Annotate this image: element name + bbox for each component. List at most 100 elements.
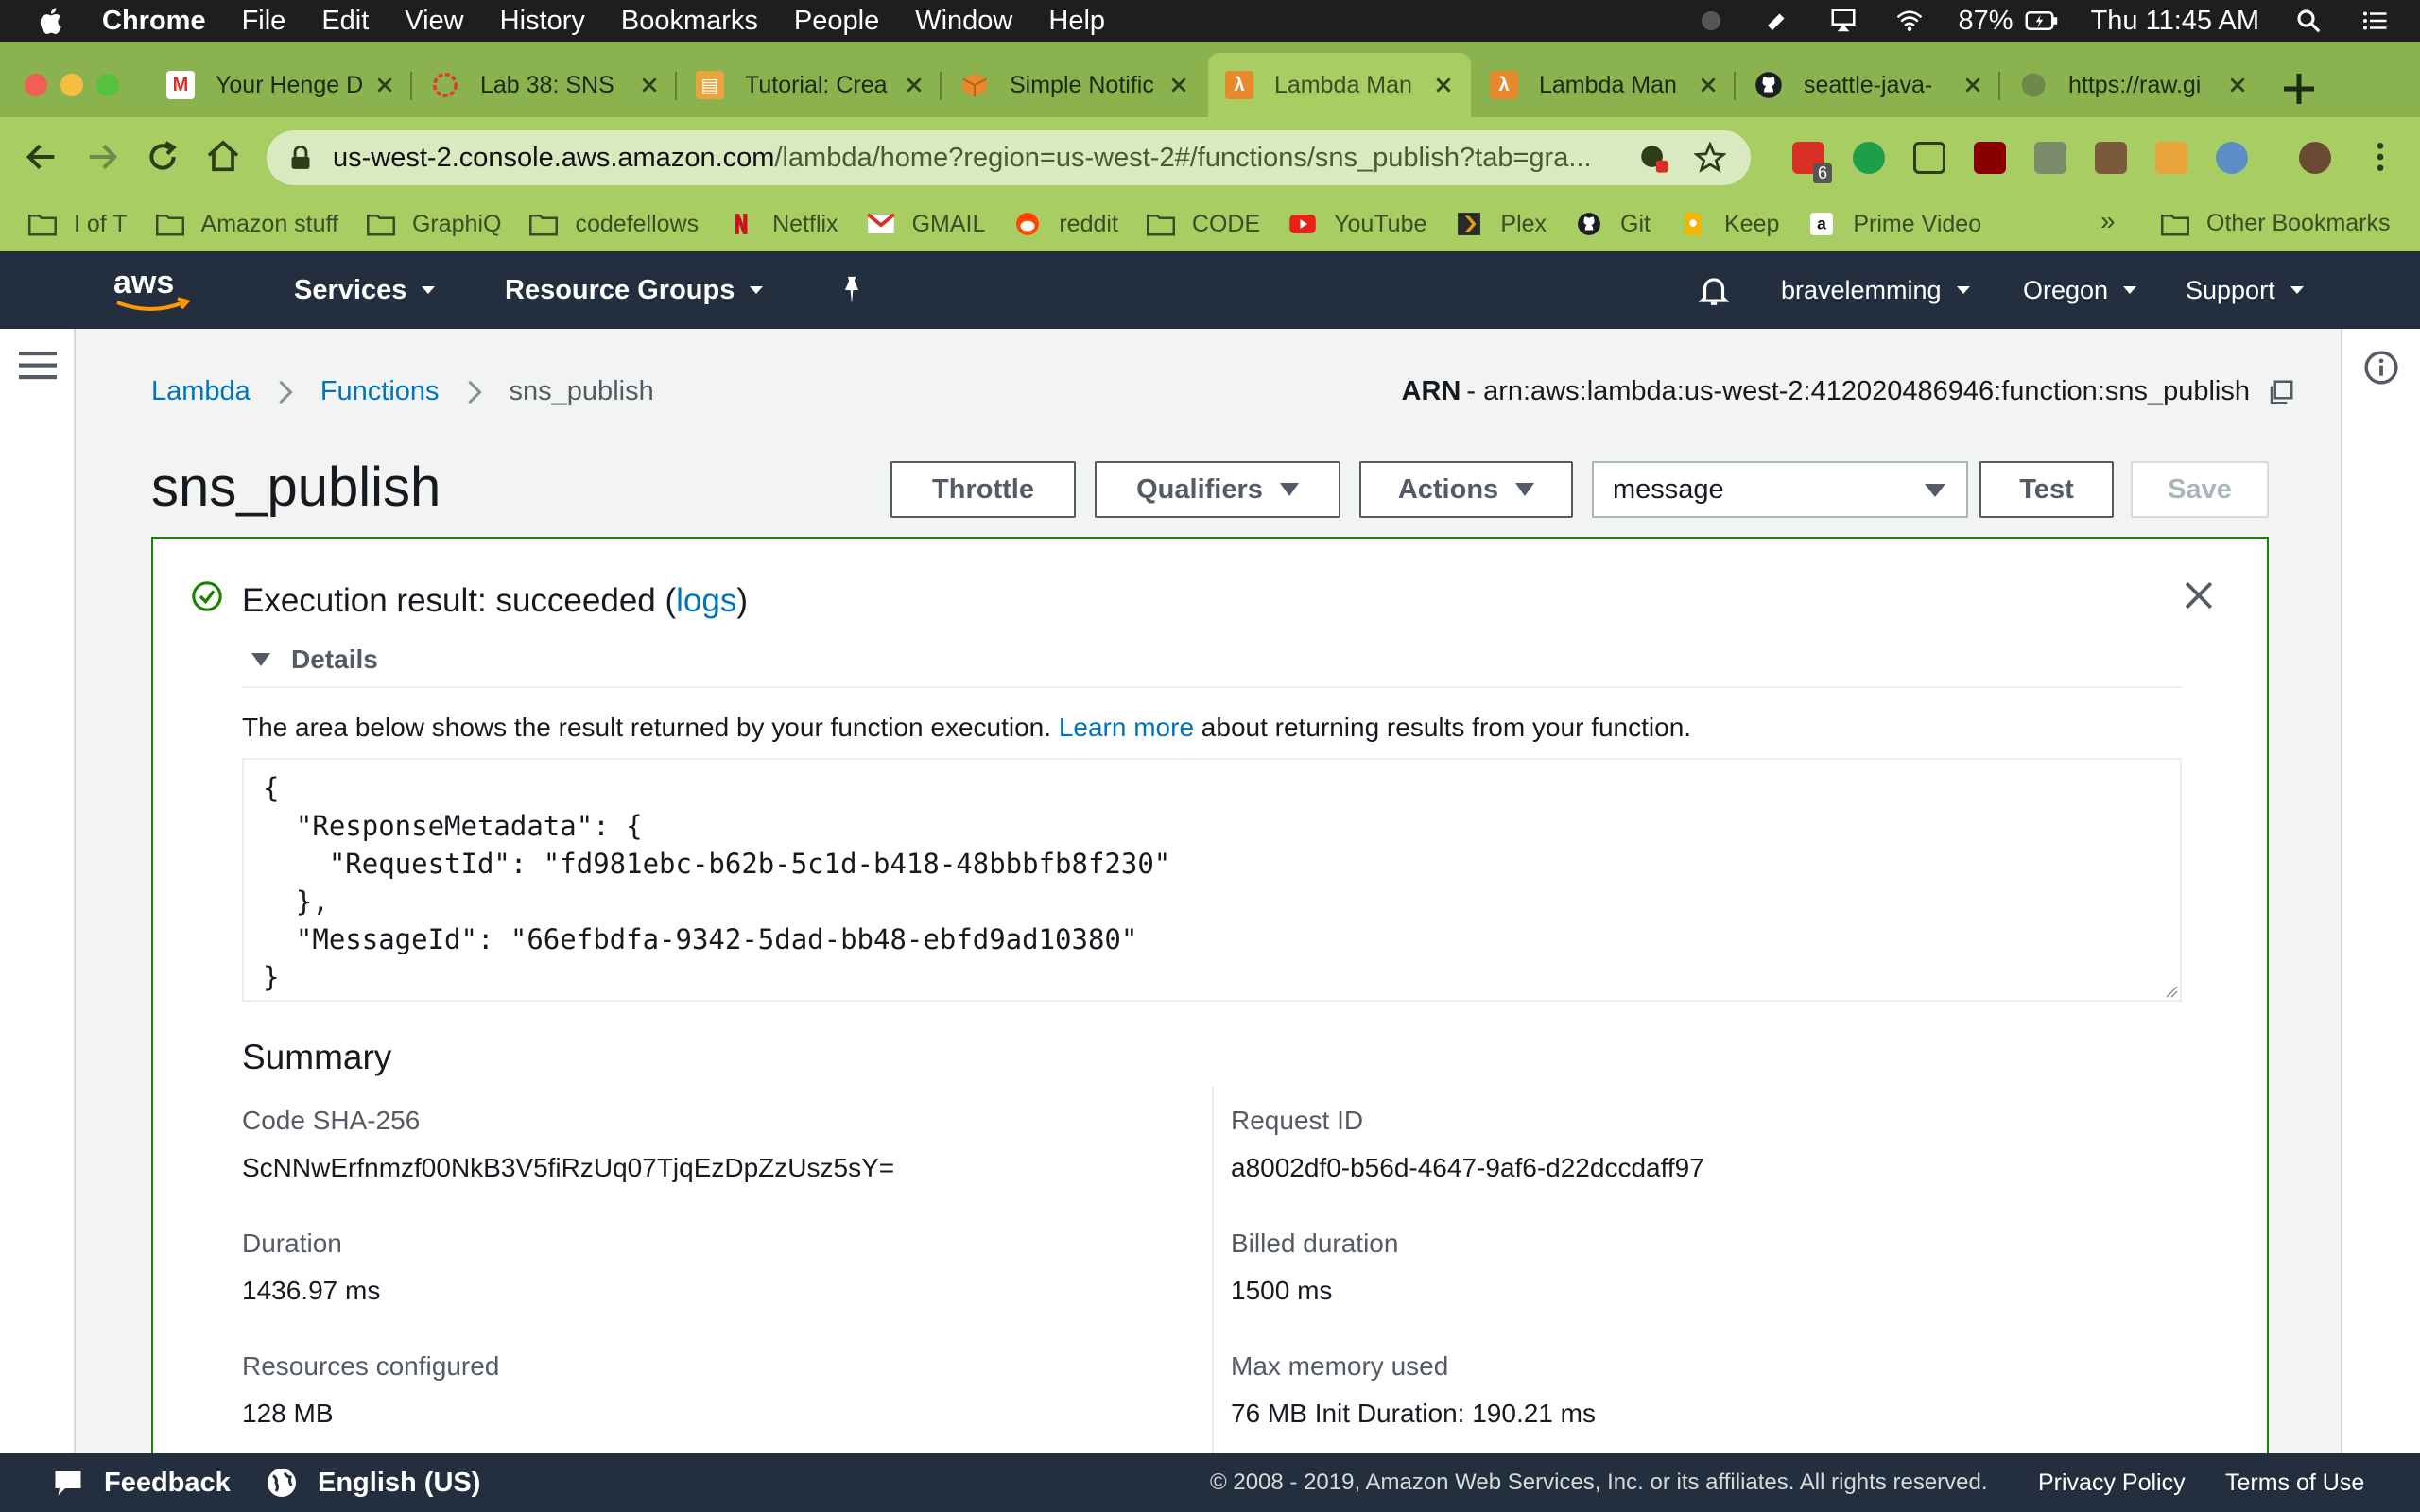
details-toggle[interactable]: Details — [251, 644, 378, 675]
browser-tab[interactable]: https://raw.gi — [2002, 53, 2265, 117]
spotlight-search-icon[interactable] — [2291, 7, 2325, 35]
feedback-button[interactable]: Feedback — [51, 1453, 231, 1512]
aws-logo[interactable]: aws — [112, 263, 197, 319]
battery-icon[interactable] — [2025, 7, 2059, 35]
bookmark-item[interactable]: YouTube — [1288, 211, 1426, 238]
close-icon[interactable] — [2184, 580, 2214, 610]
bookmark-item[interactable]: Plex — [1455, 211, 1547, 238]
tab-close-icon[interactable] — [1698, 75, 1719, 95]
apple-icon[interactable] — [36, 5, 68, 37]
browser-tab[interactable]: Lab 38: SNS — [414, 53, 677, 117]
chrome-menu-kebab-icon[interactable] — [2361, 138, 2399, 176]
address-bar[interactable]: us-west-2.console.aws.amazon.com/lambda/… — [267, 130, 1751, 185]
window-zoom-button[interactable] — [96, 74, 119, 96]
bookmark-item[interactable]: Netflix — [727, 211, 838, 238]
window-close-button[interactable] — [25, 74, 47, 96]
extension-calendar-icon[interactable]: 6 — [1792, 142, 1832, 183]
bookmark-item[interactable]: CODE — [1146, 211, 1260, 238]
lock-icon[interactable] — [289, 146, 312, 170]
resource-groups-menu[interactable]: Resource Groups — [505, 251, 764, 329]
pin-icon[interactable] — [836, 274, 868, 306]
menu-window[interactable]: Window — [915, 6, 1012, 37]
breadcrumb-functions-link[interactable]: Functions — [320, 376, 440, 407]
tab-close-icon[interactable] — [1168, 75, 1189, 95]
result-output-textarea[interactable]: { "ResponseMetadata": { "RequestId": "fd… — [242, 758, 2182, 1002]
resize-grip-icon[interactable] — [2163, 983, 2178, 998]
translate-blocked-icon[interactable] — [1637, 142, 1669, 174]
qualifiers-dropdown[interactable]: Qualifiers — [1095, 461, 1340, 518]
extension-wolf-icon[interactable] — [2034, 142, 2066, 174]
menu-history[interactable]: History — [500, 6, 585, 37]
tab-close-icon[interactable] — [639, 75, 660, 95]
extension-aea-icon[interactable] — [2155, 142, 2187, 174]
bookmark-star-icon[interactable] — [1694, 142, 1726, 174]
extension-green-dot-icon[interactable] — [1853, 142, 1885, 174]
forward-arrow-icon[interactable] — [83, 138, 121, 176]
tab-close-icon[interactable] — [374, 75, 395, 95]
browser-tab[interactable]: Simple Notific — [943, 53, 1206, 117]
clock[interactable]: Thu 11:45 AM — [2091, 6, 2259, 37]
profile-avatar[interactable] — [2299, 142, 2331, 174]
tab-close-icon[interactable] — [1962, 75, 1983, 95]
tab-close-icon[interactable] — [904, 75, 925, 95]
browser-tab-active[interactable]: λ Lambda Man — [1208, 53, 1471, 117]
other-bookmarks[interactable]: Other Bookmarks — [2161, 210, 2391, 237]
menu-help[interactable]: Help — [1048, 6, 1105, 37]
airplay-icon[interactable] — [1826, 7, 1860, 35]
services-menu[interactable]: Services — [294, 251, 436, 329]
privacy-policy-link[interactable]: Privacy Policy — [2038, 1453, 2186, 1512]
back-arrow-icon[interactable] — [23, 138, 60, 176]
bookmark-item[interactable]: GraphiQ — [366, 211, 501, 238]
tab-close-icon[interactable] — [2227, 75, 2248, 95]
bookmark-item[interactable]: codefellows — [529, 211, 699, 238]
extension-eyedropper-icon[interactable] — [2095, 142, 2127, 174]
extension-ublock-icon[interactable] — [1974, 142, 2006, 174]
browser-tab[interactable]: M Your Henge D — [149, 53, 412, 117]
browser-tab[interactable]: seattle-java- — [1737, 53, 2000, 117]
bookmark-item[interactable]: I of T — [28, 211, 128, 238]
info-icon[interactable] — [2363, 350, 2399, 386]
account-menu[interactable]: bravelemming — [1781, 251, 1970, 329]
reload-icon[interactable] — [144, 138, 182, 176]
status-dot-icon[interactable] — [1694, 7, 1728, 35]
bookmark-item[interactable]: GMAIL — [866, 211, 985, 238]
bookmark-item[interactable]: a Prime Video — [1807, 211, 1981, 238]
window-minimize-button[interactable] — [60, 74, 83, 96]
logs-link[interactable]: logs — [676, 582, 736, 619]
copy-icon[interactable] — [2267, 378, 2295, 406]
bookmark-item[interactable]: reddit — [1013, 211, 1118, 238]
save-button[interactable]: Save — [2131, 461, 2269, 518]
bookmark-item[interactable]: Git — [1575, 211, 1651, 238]
browser-tab[interactable]: ▤ Tutorial: Crea — [679, 53, 942, 117]
bookmark-item[interactable]: Amazon stuff — [155, 211, 338, 238]
region-menu[interactable]: Oregon — [2023, 251, 2137, 329]
notifications-bell-icon[interactable] — [1696, 272, 1732, 308]
menu-people[interactable]: People — [794, 6, 879, 37]
test-button[interactable]: Test — [1979, 461, 2114, 518]
actions-dropdown[interactable]: Actions — [1359, 461, 1573, 518]
hamburger-menu-icon[interactable] — [19, 350, 57, 382]
menu-bookmarks[interactable]: Bookmarks — [621, 6, 758, 37]
tool-icon[interactable] — [1760, 7, 1794, 35]
menu-edit[interactable]: Edit — [321, 6, 369, 37]
extension-swirl-icon[interactable] — [2216, 142, 2248, 174]
wifi-icon[interactable] — [1893, 7, 1927, 35]
menu-view[interactable]: View — [405, 6, 463, 37]
home-icon[interactable] — [204, 138, 242, 176]
test-event-select[interactable]: message — [1592, 461, 1968, 518]
support-menu[interactable]: Support — [2186, 251, 2304, 329]
bookmarks-overflow-chevron[interactable]: » — [2100, 206, 2116, 236]
new-tab-plus-icon[interactable] — [2280, 70, 2318, 108]
language-selector[interactable]: English (US) — [265, 1453, 480, 1512]
breadcrumb-lambda-link[interactable]: Lambda — [151, 376, 251, 407]
notification-center-icon[interactable] — [2358, 7, 2392, 35]
throttle-button[interactable]: Throttle — [890, 461, 1076, 518]
menu-file[interactable]: File — [242, 6, 286, 37]
browser-tab[interactable]: λ Lambda Man — [1473, 53, 1736, 117]
menu-app-chrome[interactable]: Chrome — [102, 6, 206, 37]
learn-more-link[interactable]: Learn more — [1059, 713, 1194, 742]
tab-close-icon[interactable] — [1433, 75, 1454, 95]
terms-of-use-link[interactable]: Terms of Use — [2225, 1453, 2364, 1512]
extension-bulb-icon[interactable] — [1913, 142, 1945, 174]
bookmark-item[interactable]: Keep — [1679, 211, 1779, 238]
